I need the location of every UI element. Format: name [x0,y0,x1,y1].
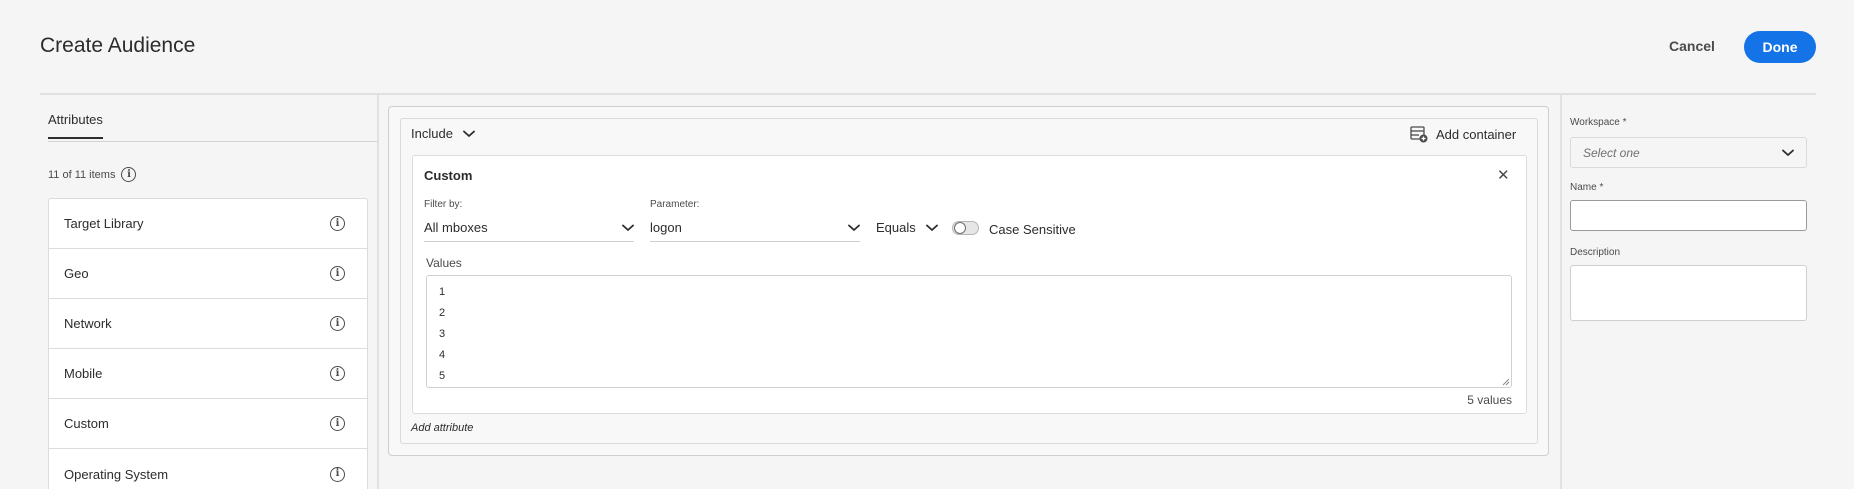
description-label: Description [1570,247,1621,258]
values-textarea[interactable]: 1 2 3 4 5 [426,275,1512,388]
info-icon[interactable]: i [330,416,345,431]
attribute-item-mobile[interactable]: Mobile i [49,349,367,399]
attribute-list: Target Library i Geo i Network i Mobile … [48,198,368,489]
include-label: Include [411,126,453,141]
close-icon[interactable]: ✕ [1497,166,1510,184]
values-count: 5 values [1467,393,1512,407]
rule-title: Custom [424,168,473,183]
info-icon[interactable]: i [330,316,345,331]
items-count-label: 11 of 11 items [48,168,116,181]
add-container-icon [1410,126,1428,143]
workspace-placeholder: Select one [1583,145,1640,160]
workspace-label: Workspace * [1570,117,1627,128]
case-sensitive-label: Case Sensitive [989,222,1076,237]
info-icon[interactable]: i [330,216,345,231]
case-sensitive-toggle[interactable] [952,221,979,235]
attribute-item-label: Target Library [64,216,144,231]
done-button[interactable]: Done [1744,31,1816,63]
info-icon[interactable]: i [121,167,137,182]
toggle-knob [954,222,966,234]
filter-by-picker[interactable]: All mboxes [424,214,634,242]
add-container-button[interactable]: Add container [1410,126,1516,143]
attribute-item-label: Geo [64,266,89,281]
workspace-select[interactable]: Select one [1570,137,1807,168]
include-dropdown[interactable]: Include [411,126,475,141]
chevron-down-icon [463,130,475,137]
attribute-item-label: Network [64,316,112,331]
name-field[interactable] [1570,200,1807,231]
tab-divider [48,141,377,142]
parameter-picker[interactable]: logon [650,214,860,242]
info-icon[interactable]: i [330,366,345,381]
filter-by-value: All mboxes [424,220,488,235]
left-pane-divider [377,95,379,489]
resize-handle-icon[interactable] [1502,378,1510,386]
chevron-down-icon [848,224,860,231]
value-line: 3 [439,328,446,340]
attributes-pane: Attributes 11 of 11 items i Target Libra… [40,95,377,489]
parameter-label: Parameter: [650,199,700,210]
attribute-item-operating-system[interactable]: Operating System i [49,449,367,489]
attribute-item-network[interactable]: Network i [49,299,367,349]
chevron-down-icon [622,224,634,231]
add-container-label: Add container [1436,127,1517,142]
value-line: 4 [439,349,446,361]
right-panel-divider [1560,95,1562,489]
chevron-down-icon [1782,149,1794,156]
value-line: 1 [439,286,446,298]
parameter-value: logon [650,220,682,235]
description-field[interactable] [1570,265,1807,321]
name-label: Name * [1570,182,1604,193]
attribute-item-geo[interactable]: Geo i [49,249,367,299]
cancel-button[interactable]: Cancel [1655,30,1729,62]
value-line: 2 [439,307,446,319]
add-attribute-link[interactable]: Add attribute [411,422,473,434]
filter-by-label: Filter by: [424,199,463,210]
operator-value: Equals [876,220,916,235]
attribute-item-label: Operating System [64,466,169,482]
chevron-down-icon [925,224,938,231]
items-count: 11 of 11 items i [48,167,137,182]
operator-dropdown[interactable]: Equals [876,220,938,235]
info-icon[interactable]: i [330,466,345,482]
value-line: 5 [439,370,446,382]
attribute-item-custom[interactable]: Custom i [49,399,367,449]
page-title: Create Audience [40,34,196,57]
info-icon[interactable]: i [330,266,345,281]
attribute-item-label: Mobile [64,366,103,381]
tab-attributes[interactable]: Attributes [48,112,103,139]
values-label: Values [426,256,462,270]
attribute-item-label: Custom [64,416,109,431]
attribute-item-target-library[interactable]: Target Library i [49,199,367,249]
